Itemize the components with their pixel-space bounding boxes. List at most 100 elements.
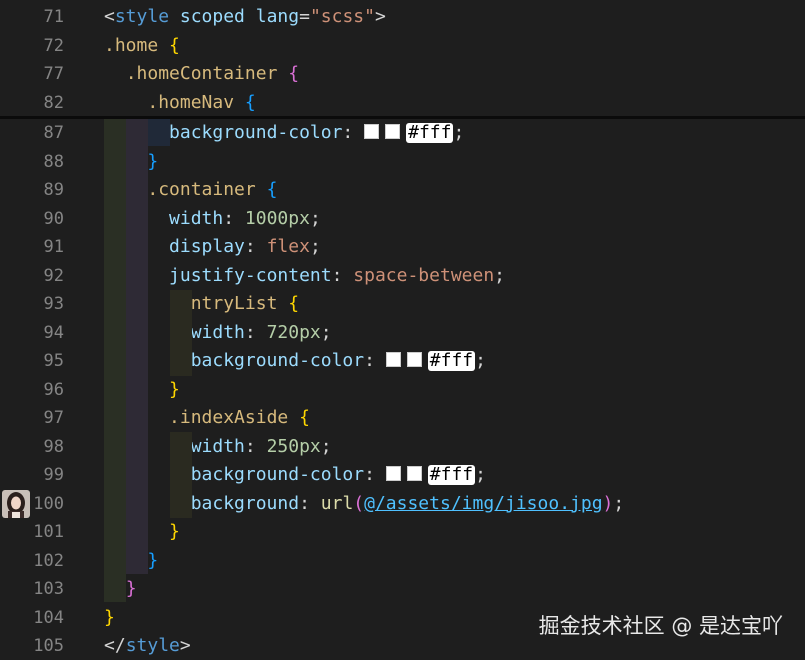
line-number: 101 bbox=[33, 522, 64, 542]
code-token: > bbox=[179, 635, 191, 656]
watermark-text: 掘金技术社区 @ 是达宝吖 bbox=[538, 614, 783, 638]
code-token: ; bbox=[309, 236, 321, 257]
line-number: 96 bbox=[43, 379, 64, 400]
code-token: } bbox=[169, 521, 180, 542]
code-line[interactable]: 77 .homeContainer { bbox=[0, 60, 805, 88]
code-token: justify-content bbox=[169, 264, 332, 286]
user-avatar-icon-graphic bbox=[2, 490, 30, 518]
code-token: { bbox=[299, 407, 310, 428]
code-token: < bbox=[104, 6, 115, 27]
color-value-highlight: #fff bbox=[427, 350, 476, 371]
color-swatch-icon[interactable] bbox=[385, 466, 401, 481]
code-token: ; bbox=[320, 435, 332, 457]
code-token: : bbox=[223, 207, 245, 229]
sticky-scroll-divider bbox=[0, 116, 805, 119]
code-token: : bbox=[244, 321, 267, 343]
user-avatar-icon[interactable] bbox=[2, 490, 30, 518]
color-swatch-icon[interactable] bbox=[406, 466, 422, 481]
line-number: 92 bbox=[43, 265, 64, 286]
code-token: : bbox=[364, 464, 386, 485]
indent-guide-3 bbox=[148, 116, 170, 146]
code-content: .homeContainer { bbox=[104, 60, 299, 88]
color-value-highlight: #fff bbox=[427, 464, 476, 485]
code-token: 720px bbox=[266, 321, 321, 343]
code-token: : bbox=[331, 264, 354, 286]
code-token: width bbox=[190, 435, 245, 457]
url-link[interactable]: @/assets/img/jisoo.jpg bbox=[364, 493, 602, 514]
sticky-scroll-header[interactable]: 71 <style scoped lang="scss"> 72 .home {77 … bbox=[0, 0, 805, 116]
code-editor[interactable]: 87 background-color: #fff; 88 } 89 .contai… bbox=[0, 0, 805, 660]
code-content: background-color: #fff; bbox=[104, 347, 486, 375]
line-number: 93 bbox=[43, 294, 64, 314]
code-token: url bbox=[320, 492, 354, 514]
code-token: ) bbox=[602, 492, 614, 514]
code-token: width bbox=[190, 321, 245, 343]
line-number: 104 bbox=[33, 607, 64, 628]
color-swatch-icon[interactable] bbox=[385, 124, 401, 139]
code-token: background bbox=[190, 492, 300, 514]
code-token: { bbox=[266, 179, 278, 200]
line-number: 102 bbox=[33, 550, 64, 571]
code-token: : bbox=[342, 122, 365, 143]
code-token: </ bbox=[104, 635, 126, 656]
code-token: background-color bbox=[190, 350, 365, 371]
code-token: width bbox=[169, 207, 224, 229]
line-number: 105 bbox=[33, 636, 64, 656]
code-token: flex bbox=[266, 236, 310, 257]
code-content: justify-content: space-between; bbox=[104, 262, 505, 290]
code-token: display bbox=[169, 236, 245, 257]
code-token: ; bbox=[309, 207, 321, 229]
line-number: 77 bbox=[43, 64, 64, 84]
code-line[interactable]: 71 <style scoped lang="scss"> bbox=[0, 3, 805, 31]
code-line[interactable]: 72 .home { bbox=[0, 32, 805, 60]
indent-guide-4 bbox=[170, 290, 192, 376]
code-token: ; bbox=[475, 350, 486, 371]
code-token: } bbox=[125, 578, 137, 599]
code-token: : bbox=[244, 435, 267, 457]
code-token: } bbox=[147, 150, 159, 172]
code-token: "scss" bbox=[309, 6, 375, 27]
color-value-highlight: #fff bbox=[406, 122, 454, 143]
line-number: 88 bbox=[43, 151, 64, 172]
code-token: 250px bbox=[266, 435, 321, 457]
indent-guide-5 bbox=[170, 432, 192, 518]
line-number: 94 bbox=[43, 322, 64, 343]
code-content: .home { bbox=[104, 32, 180, 60]
code-token: ; bbox=[475, 464, 486, 485]
code-content: </style> bbox=[104, 632, 191, 660]
code-token: { bbox=[288, 63, 300, 84]
code-token: ; bbox=[613, 492, 625, 514]
color-swatch-icon[interactable] bbox=[406, 352, 422, 367]
code-token: } bbox=[147, 549, 159, 571]
code-token: ( bbox=[353, 492, 365, 514]
code-token: .homeContainer bbox=[125, 63, 278, 84]
color-swatch-icon[interactable] bbox=[385, 352, 401, 367]
code-token: style bbox=[125, 635, 180, 656]
code-token: background-color bbox=[190, 464, 365, 485]
code-token: .container bbox=[147, 179, 256, 200]
code-token: : bbox=[299, 492, 321, 514]
color-swatch-icon[interactable] bbox=[364, 124, 380, 139]
code-token: .indexAside bbox=[169, 407, 289, 428]
code-token: .home bbox=[104, 34, 159, 56]
code-token: ; bbox=[494, 264, 506, 286]
code-line[interactable]: 82 .homeNav { bbox=[0, 89, 805, 117]
code-token: } bbox=[104, 606, 115, 628]
line-number: 72 bbox=[43, 35, 64, 56]
code-token: space-between bbox=[353, 264, 495, 286]
code-token: = bbox=[299, 6, 310, 27]
indent-guide-1 bbox=[104, 116, 126, 602]
line-number: 98 bbox=[43, 436, 64, 457]
line-number: 90 bbox=[43, 208, 64, 229]
code-token: : bbox=[244, 236, 267, 257]
code-content: } bbox=[104, 604, 115, 632]
code-token: ; bbox=[320, 321, 332, 343]
code-token: } bbox=[169, 378, 180, 400]
